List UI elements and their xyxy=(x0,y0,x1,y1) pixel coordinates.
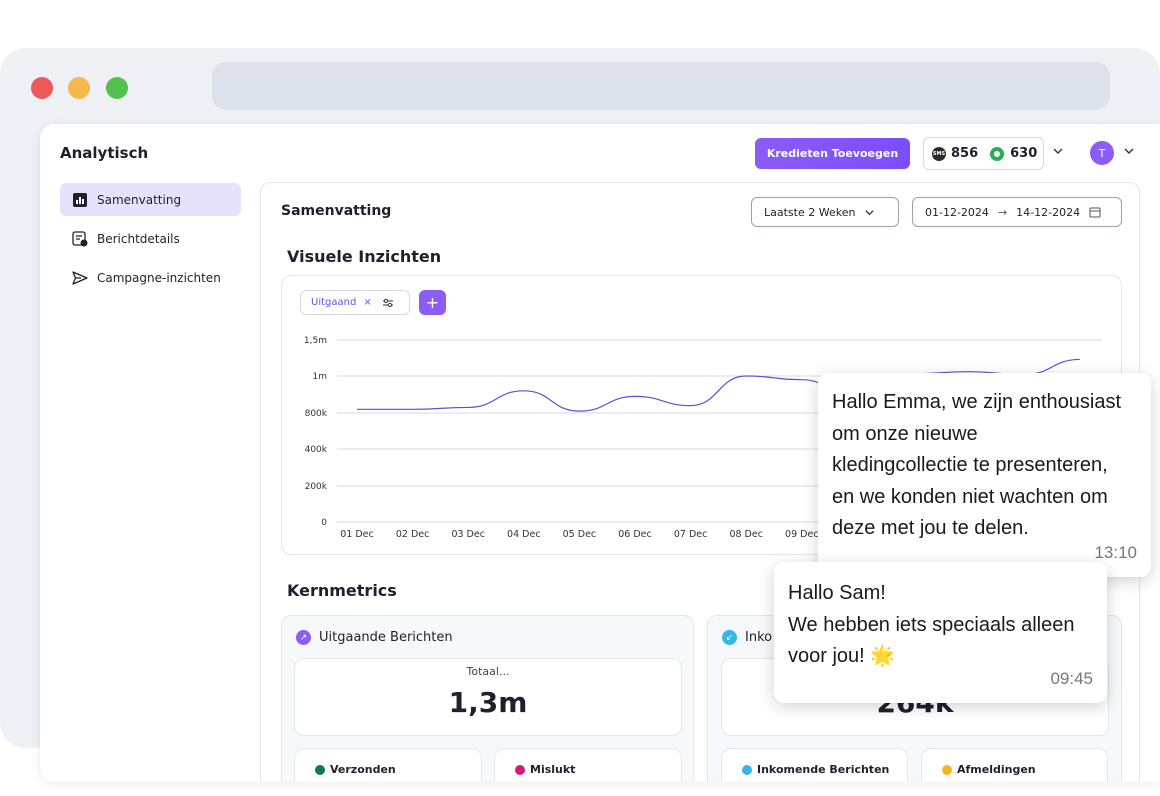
chevron-down-icon[interactable] xyxy=(1123,145,1135,160)
y-tick-label: 1,5m xyxy=(304,336,327,346)
unsubscribes-metric: Afmeldingen xyxy=(921,748,1108,782)
sidebar-item-samenvatting[interactable]: Samenvatting xyxy=(60,183,241,216)
minimize-window-button[interactable] xyxy=(68,77,90,99)
x-tick-label: 03 Dec xyxy=(451,529,485,540)
outgoing-card-title: Uitgaande Berichten xyxy=(319,630,453,645)
metrics-title: Kernmetrics xyxy=(287,581,397,600)
range-select[interactable]: Laatste 2 Weken xyxy=(751,197,899,227)
address-bar[interactable] xyxy=(212,62,1110,110)
x-tick-label: 02 Dec xyxy=(396,529,430,540)
message-time: 13:10 xyxy=(1094,543,1137,562)
page-title: Samenvatting xyxy=(281,203,392,219)
sms-icon: SMS xyxy=(932,146,946,161)
range-select-value: Laatste 2 Weken xyxy=(764,205,856,219)
message-time: 09:45 xyxy=(1050,669,1093,688)
status-dot xyxy=(742,765,752,775)
message-bubble: Hallo Emma, we zijn enthousiast om onze … xyxy=(818,373,1151,577)
sent-label: Verzonden xyxy=(330,763,396,776)
x-tick-label: 07 Dec xyxy=(674,529,708,540)
add-credits-button[interactable]: Kredieten Toevoegen xyxy=(755,138,910,169)
sidebar-item-label: Samenvatting xyxy=(97,192,182,207)
whatsapp-icon xyxy=(990,146,1005,161)
date-range-picker[interactable]: 01-12-2024 → 14-12-2024 xyxy=(912,197,1122,227)
y-tick-label: 400k xyxy=(305,445,328,455)
chevron-down-icon xyxy=(864,207,875,218)
arrow-right-icon: → xyxy=(997,205,1008,219)
outgoing-total-label: Totaal... xyxy=(466,665,510,678)
outgoing-total-value: 1,3m xyxy=(448,686,528,719)
sidebar-item-label: Berichtdetails xyxy=(97,231,180,246)
sent-metric: Verzonden xyxy=(294,748,482,782)
sidebar-item-label: Campagne-inzichten xyxy=(97,270,221,285)
status-dot xyxy=(515,765,525,775)
arrow-down-left-icon: ↙ xyxy=(722,630,737,645)
message-details-icon xyxy=(72,230,88,247)
y-tick-label: 1m xyxy=(313,372,328,382)
x-tick-label: 06 Dec xyxy=(618,529,652,540)
status-dot xyxy=(315,765,325,775)
y-tick-label: 800k xyxy=(305,409,328,419)
whatsapp-credit-count: 630 xyxy=(1010,146,1038,161)
message-bubble: Hallo Sam! We hebben iets speciaals alle… xyxy=(774,562,1107,703)
unsubscribes-label: Afmeldingen xyxy=(957,763,1036,776)
y-tick-label: 200k xyxy=(305,482,328,492)
status-dot xyxy=(942,765,952,775)
avatar[interactable]: T xyxy=(1090,141,1114,165)
x-tick-label: 05 Dec xyxy=(563,529,597,540)
failed-metric: Mislukt xyxy=(494,748,682,782)
x-tick-label: 04 Dec xyxy=(507,529,541,540)
message-text: Hallo Emma, we zijn enthousiast om onze … xyxy=(832,391,1122,539)
y-tick-label: 0 xyxy=(321,518,327,528)
visual-insights-title: Visuele Inzichten xyxy=(287,247,442,266)
failed-label: Mislukt xyxy=(530,763,576,776)
send-icon xyxy=(72,270,88,286)
calendar-icon xyxy=(1089,206,1101,218)
app-title: Analytisch xyxy=(60,144,149,162)
incoming-messages-label: Inkomende Berichten xyxy=(757,763,890,776)
outgoing-messages-card: ↗ Uitgaande Berichten Totaal... 1,3m Ver… xyxy=(281,615,694,782)
credit-balance[interactable]: SMS 856 630 xyxy=(923,137,1044,170)
message-text: Hallo Sam! We hebben iets speciaals alle… xyxy=(788,582,1075,667)
incoming-messages-metric: Inkomende Berichten xyxy=(721,748,908,782)
incoming-card-title: Inko xyxy=(745,630,773,645)
incoming-card-header: ↙ Inko xyxy=(722,630,772,645)
date-from: 01-12-2024 xyxy=(925,205,989,219)
bar-chart-icon xyxy=(72,192,88,208)
maximize-window-button[interactable] xyxy=(106,77,128,99)
outgoing-total-box: Totaal... 1,3m xyxy=(294,658,682,736)
outgoing-card-header: ↗ Uitgaande Berichten xyxy=(296,630,453,645)
date-to: 14-12-2024 xyxy=(1016,205,1081,219)
x-tick-label: 08 Dec xyxy=(729,529,763,540)
arrow-up-right-icon: ↗ xyxy=(296,630,311,645)
sms-credit-count: 856 xyxy=(951,146,979,161)
sidebar-item-campagne-inzichten[interactable]: Campagne-inzichten xyxy=(60,261,241,294)
chevron-down-icon[interactable] xyxy=(1052,145,1064,160)
close-window-button[interactable] xyxy=(31,77,53,99)
x-tick-label: 09 Dec xyxy=(785,529,819,540)
sidebar-item-berichtdetails[interactable]: Berichtdetails xyxy=(60,222,241,255)
x-tick-label: 01 Dec xyxy=(340,529,374,540)
